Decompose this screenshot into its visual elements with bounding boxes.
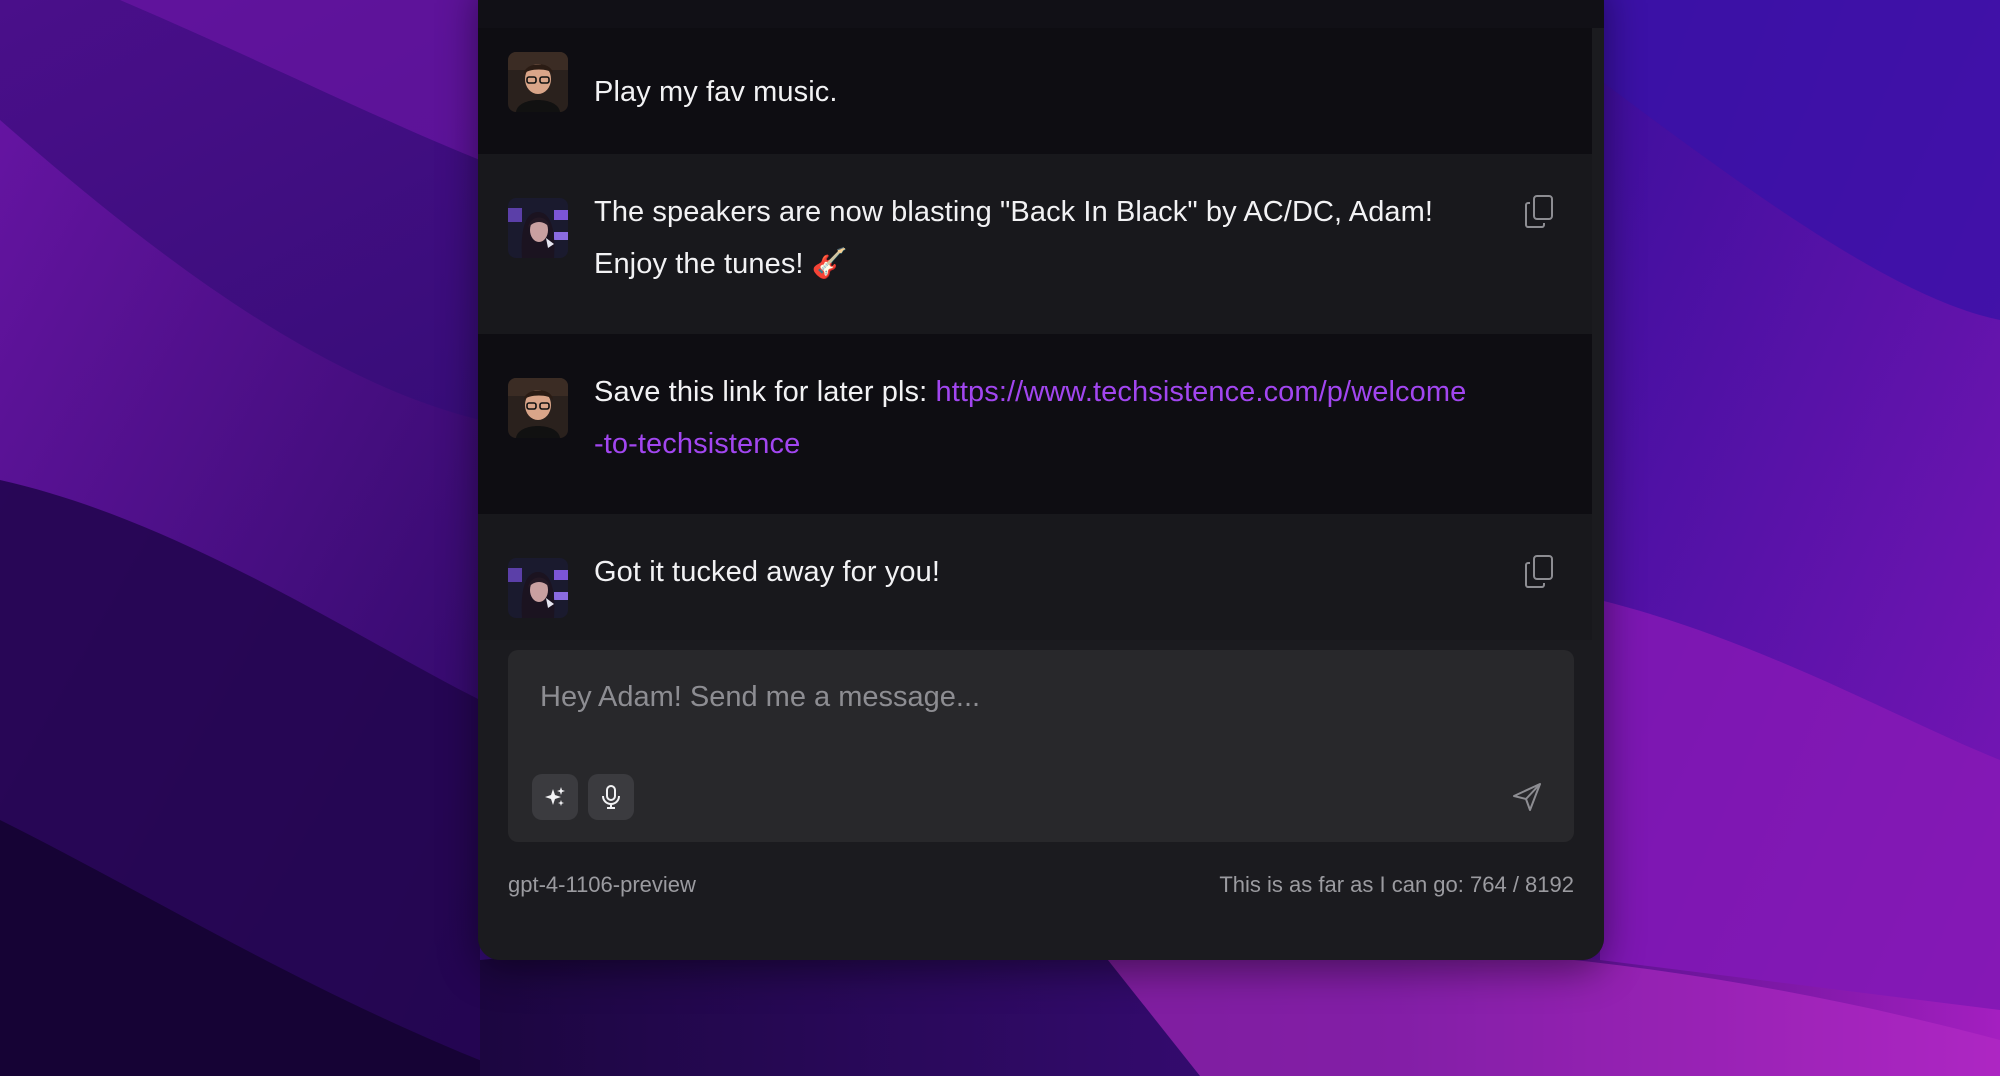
message-line: The speakers are now blasting "Back In B… [594,196,1434,228]
message-text: Play my fav music. [594,76,838,108]
message-text: Got it tucked away for you! [594,556,941,588]
copy-icon [1525,555,1553,588]
model-name: gpt-4-1106-preview [508,872,696,897]
send-icon [1513,783,1541,811]
assistant-avatar [508,198,568,258]
message-assistant: The speakers are now blasting "Back In B… [478,154,1592,334]
message-link[interactable]: https://www.techsistence.com/p/welcome [935,376,1466,408]
message-text: The speakers are now blasting "Back In B… [594,186,1514,290]
message-user: Save this link for later pls: https://ww… [478,334,1592,514]
message-link-continued[interactable]: -to-techsistence [594,428,800,460]
top-strip [478,0,1604,28]
message-input[interactable] [538,672,1502,722]
message-assistant: Got it tucked away for you! [478,514,1592,640]
message-line: Save this link for later pls: https://ww… [594,366,1554,418]
message-line: -to-techsistence [594,418,1554,470]
copy-button[interactable] [1524,194,1556,230]
message-user: Play my fav music. [478,28,1592,154]
assistant-avatar [508,558,568,618]
send-button[interactable] [1510,780,1544,814]
ai-assist-button[interactable] [532,774,578,820]
message-line: Enjoy the tunes! 🎸 [594,248,848,280]
sparkle-icon [545,787,565,806]
message-input-box [508,650,1574,842]
chat-window: Play my fav music. The speakers are now … [478,0,1604,960]
user-avatar [508,52,568,112]
microphone-icon [602,785,620,809]
microphone-button[interactable] [588,774,634,820]
user-avatar [508,378,568,438]
message-prefix: Save this link for later pls: [594,376,936,408]
token-usage: This is as far as I can go: 764 / 8192 [1219,872,1574,897]
message-text: Save this link for later pls: https://ww… [594,366,1554,470]
copy-button[interactable] [1524,554,1556,590]
composer: gpt-4-1106-preview This is as far as I c… [478,640,1604,960]
copy-icon [1525,195,1553,228]
